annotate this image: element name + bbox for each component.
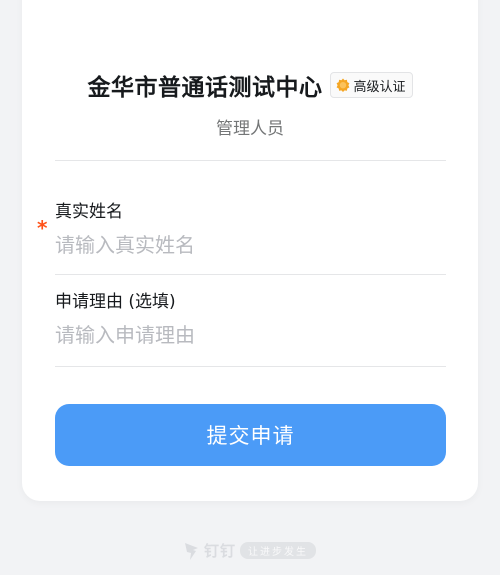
required-star: *: [37, 216, 48, 240]
application-card: 金华市普通话测试中心 高级认证 管理人员 真实姓名 * 申请理由 (选填) 提交…: [22, 0, 478, 501]
reason-field-divider: [55, 366, 446, 367]
submit-application-button[interactable]: 提交申请: [55, 404, 446, 466]
footer-brand: 钉钉: [203, 542, 236, 560]
name-field-label: 真实姓名: [55, 202, 123, 222]
certification-badge: 高级认证: [330, 72, 413, 98]
footer-branding: 钉钉 让进步发生: [0, 540, 500, 561]
certified-badge-icon: [337, 78, 350, 92]
reason-field-label: 申请理由 (选填): [55, 292, 176, 312]
badge-label: 高级认证: [353, 79, 406, 95]
title-row: 金华市普通话测试中心 高级认证: [22, 68, 478, 102]
org-name: 金华市普通话测试中心: [87, 75, 323, 101]
reason-input[interactable]: [55, 318, 446, 352]
application-page: 金华市普通话测试中心 高级认证 管理人员 真实姓名 * 申请理由 (选填) 提交…: [0, 0, 500, 575]
name-field-divider: [55, 274, 446, 275]
role-subtitle: 管理人员: [216, 119, 284, 139]
header-divider: [55, 160, 446, 161]
dingtalk-logo-icon: [184, 542, 198, 560]
footer-slogan: 让进步发生: [240, 542, 316, 559]
real-name-input[interactable]: [55, 228, 446, 262]
